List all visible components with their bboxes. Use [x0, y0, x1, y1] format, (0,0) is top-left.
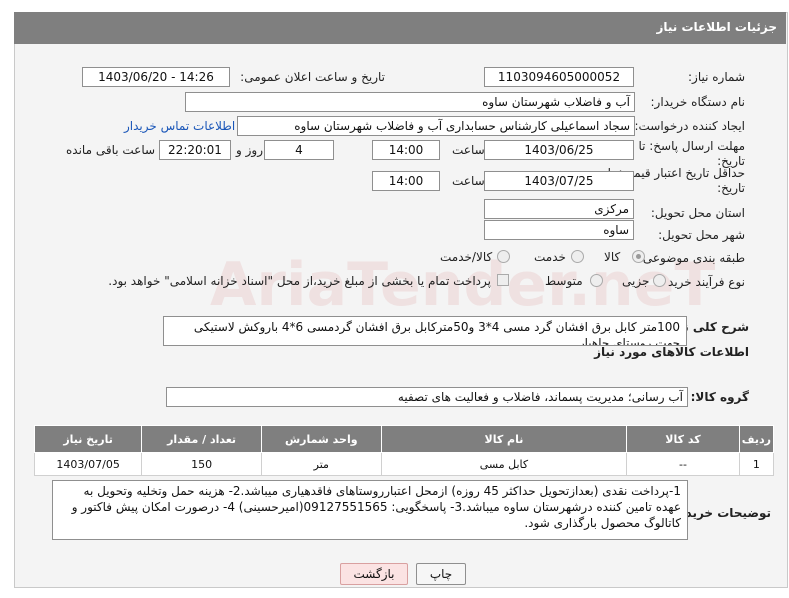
- contact-buyer-link[interactable]: اطلاعات تماس خریدار: [124, 119, 235, 133]
- creator-label: ایجاد کننده درخواست:: [634, 119, 745, 133]
- buyer-field: آب و فاضلاب شهرستان ساوه: [185, 92, 635, 112]
- col-header-unit: واحد شمارش: [260, 425, 382, 453]
- cell-goods-code: --: [626, 452, 740, 476]
- category-option-goods: کالا: [604, 250, 621, 264]
- process-radio-minor[interactable]: [653, 274, 666, 287]
- cell-quantity: 150: [141, 452, 262, 476]
- category-radio-goods[interactable]: [632, 250, 645, 263]
- goods-info-title: اطلاعات کالاهای مورد نیاز: [594, 345, 749, 359]
- panel-title: جزئیات اطلاعات نیاز: [656, 20, 777, 34]
- table-row: 1 -- کابل مسی متر 150 1403/07/05: [33, 452, 775, 476]
- province-label: استان محل تحویل:: [650, 206, 745, 220]
- col-header-quantity: تعداد / مقدار: [141, 425, 262, 453]
- buyer-label: نام دستگاه خریدار:: [650, 95, 746, 109]
- cell-row-number: 1: [738, 452, 775, 476]
- process-option-minor: جزیی: [622, 274, 650, 288]
- goods-group-label: گروه کالا:: [690, 390, 749, 404]
- category-label: طبقه بندی موضوعی:: [638, 251, 745, 265]
- goods-group-field: آب رسانی؛ مدیریت پسماند، فاضلاب و فعالیت…: [166, 387, 688, 407]
- need-number-label: شماره نیاز:: [688, 70, 745, 84]
- validity-time-field: 14:00: [372, 171, 440, 191]
- announce-field: 1403/06/20 - 14:26: [82, 67, 230, 87]
- treasury-payment-checkbox[interactable]: [497, 274, 509, 286]
- category-radio-goods-service[interactable]: [497, 250, 510, 263]
- category-option-service: خدمت: [534, 250, 566, 264]
- validity-hour-label: ساعت: [452, 174, 485, 188]
- table-header-row: ردیف کد کالا نام کالا واحد شمارش تعداد /…: [33, 425, 775, 453]
- treasury-payment-note: پرداخت تمام یا بخشی از مبلغ خرید،از محل …: [108, 274, 491, 288]
- announce-label: تاریخ و ساعت اعلان عمومی:: [240, 70, 385, 84]
- reply-date-field: 1403/06/25: [484, 140, 634, 160]
- city-label: شهر محل تحویل:: [658, 228, 745, 242]
- city-field: ساوه: [484, 220, 634, 240]
- process-radio-medium[interactable]: [590, 274, 603, 287]
- days-remaining-field: 4: [264, 140, 334, 160]
- days-label: روز و: [236, 143, 263, 157]
- reply-hour-label: ساعت: [452, 143, 485, 157]
- buyer-notes-field: 1-پرداخت نقدی (بعدازتحویل حداکثر 45 روزه…: [52, 480, 688, 540]
- goods-table: ردیف کد کالا نام کالا واحد شمارش تعداد /…: [33, 425, 775, 476]
- col-header-goods-code: کد کالا: [626, 425, 740, 453]
- remaining-time-label: ساعت باقی مانده: [66, 143, 156, 157]
- summary-field: 100متر کابل برق افشان گرد مسی 4*3 و50متر…: [163, 316, 687, 346]
- category-option-goods-service: کالا/خدمت: [440, 250, 493, 264]
- cell-goods-name: کابل مسی: [380, 452, 628, 476]
- reply-deadline-label: مهلت ارسال پاسخ: تا: [638, 139, 745, 153]
- remaining-time-field: 22:20:01: [159, 140, 231, 160]
- col-header-goods-name: نام کالا: [380, 425, 628, 453]
- reply-time-field: 14:00: [372, 140, 440, 160]
- creator-field: سجاد اسماعیلی کارشناس حسابداری آب و فاضل…: [237, 116, 635, 136]
- col-header-row-number: ردیف: [738, 425, 775, 453]
- validity-label-date: تاریخ:: [717, 181, 745, 195]
- col-header-need-date: تاریخ نیاز: [33, 425, 143, 453]
- back-button[interactable]: بازگشت: [340, 563, 408, 585]
- province-field: مرکزی: [484, 199, 634, 219]
- cell-need-date: 1403/07/05: [33, 452, 143, 476]
- process-label: نوع فرآیند خرید :: [660, 275, 745, 289]
- print-button[interactable]: چاپ: [416, 563, 466, 585]
- category-radio-service[interactable]: [571, 250, 584, 263]
- need-number-field: 1103094605000052: [484, 67, 634, 87]
- cell-unit: متر: [260, 452, 382, 476]
- validity-date-field: 1403/07/25: [484, 171, 634, 191]
- process-option-medium: متوسط: [545, 274, 583, 288]
